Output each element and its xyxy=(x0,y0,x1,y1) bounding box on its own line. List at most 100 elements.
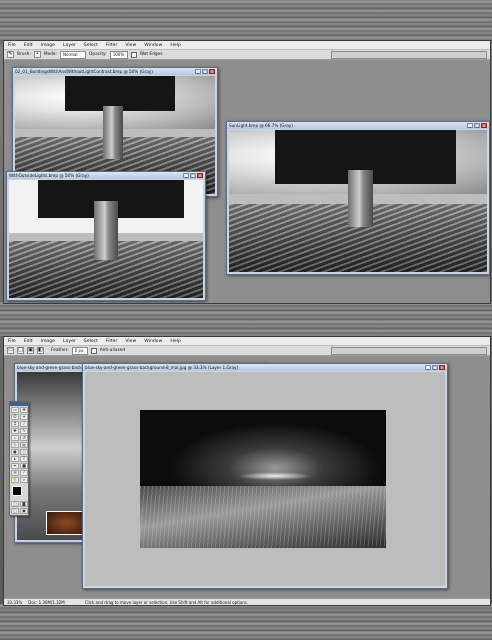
menu-window[interactable]: Window xyxy=(140,339,166,344)
eraser-tool-icon[interactable]: ◇ xyxy=(11,442,19,448)
maximize-icon[interactable]: □ xyxy=(474,123,480,128)
bottom-options-bar: ▭ □ ▣ ◧ Feather: 0 px Anti-aliased xyxy=(4,346,490,356)
thumbnail-image xyxy=(46,511,86,535)
maximize-icon[interactable]: □ xyxy=(202,69,208,74)
metal-background-top xyxy=(0,0,492,40)
close-icon[interactable]: × xyxy=(197,173,203,178)
crop-tool-icon[interactable]: ⌗ xyxy=(11,421,19,427)
marquee-tool-icon[interactable]: ▭ xyxy=(11,407,19,413)
path-select-icon[interactable]: ▸ xyxy=(11,456,19,462)
mode-label: Mode: xyxy=(43,52,58,57)
menu-image[interactable]: Image xyxy=(37,339,59,344)
status-bar: 33.33% Doc: 1.36M/1.32M Click and drag t… xyxy=(4,598,490,605)
hand-tool-icon[interactable]: ✋ xyxy=(11,477,19,483)
wet-edges-checkbox[interactable] xyxy=(130,51,137,58)
menu-help[interactable]: Help xyxy=(166,339,184,344)
add-selection-icon[interactable]: ▣ xyxy=(27,347,34,354)
menu-filter[interactable]: Filter xyxy=(102,339,121,344)
top-menubar: File Edit Image Layer Select Filter View… xyxy=(4,41,490,50)
minimize-icon[interactable]: _ xyxy=(183,173,189,178)
window-title-bar[interactable]: SunLight.bmp @ 66.7% (Gray) _ □ × xyxy=(227,122,489,129)
building-photo xyxy=(9,180,203,298)
color-swatches[interactable] xyxy=(11,485,27,500)
maximize-icon[interactable]: □ xyxy=(190,173,196,178)
minimize-icon[interactable]: _ xyxy=(425,365,431,370)
close-icon[interactable]: × xyxy=(439,365,445,370)
magic-wand-icon[interactable]: ✦ xyxy=(20,414,28,420)
document-canvas[interactable] xyxy=(9,180,203,298)
antialiased-label: Anti-aliased xyxy=(99,348,126,353)
window-title-bar[interactable]: blue-sky-and-green-grass-background-8_ma… xyxy=(83,364,447,371)
menu-layer[interactable]: Layer xyxy=(59,43,80,48)
zoom-readout[interactable]: 33.33% xyxy=(7,600,22,605)
eyedropper-icon[interactable]: ⁄ xyxy=(20,470,28,476)
document-window-outside-lights: WithOutsideLights.bmp @ 50% (Gray) _ □ × xyxy=(6,171,206,301)
slice-tool-icon[interactable]: / xyxy=(20,421,28,427)
document-size: Doc: 1.36M/1.32M xyxy=(28,599,65,605)
history-brush-icon[interactable]: ↺ xyxy=(20,435,28,441)
type-tool-icon[interactable]: T xyxy=(20,456,28,462)
notes-tool-icon[interactable]: ✉ xyxy=(11,470,19,476)
document-canvas[interactable] xyxy=(229,130,487,272)
document-window-sunlight: SunLight.bmp @ 66.7% (Gray) _ □ × xyxy=(226,121,490,275)
bottom-app-screenshot: File Edit Image Layer Select Filter View… xyxy=(3,336,491,606)
clone-stamp-icon[interactable]: ⊥ xyxy=(11,435,19,441)
marquee-icon[interactable]: ▭ xyxy=(7,347,14,354)
pen-tool-icon[interactable]: ✒ xyxy=(11,463,19,469)
healing-brush-icon[interactable]: ✚ xyxy=(11,428,19,434)
brush-preset-icon[interactable]: • xyxy=(33,51,41,58)
menu-file[interactable]: File xyxy=(4,339,20,344)
window-title: WithOutsideLights.bmp @ 50% (Gray) xyxy=(9,173,89,178)
document-canvas[interactable] xyxy=(85,372,445,586)
mode-select[interactable]: Normal xyxy=(60,50,87,59)
window-title: blue-sky-and-green-grass-backgr... xyxy=(17,365,90,370)
antialiased-checkbox[interactable] xyxy=(90,347,97,354)
fullscreen-mode-icon[interactable]: ▣ xyxy=(20,508,28,514)
document-window-main: blue-sky-and-green-grass-background-8_ma… xyxy=(82,363,448,589)
feather-field[interactable]: 0 px xyxy=(71,346,88,355)
status-hint: Click and drag to move layer or selectio… xyxy=(84,599,249,605)
shape-tool-icon[interactable]: ■ xyxy=(20,463,28,469)
blur-tool-icon[interactable]: ● xyxy=(11,449,19,455)
minimize-icon[interactable]: _ xyxy=(467,123,473,128)
quick-mask-icon[interactable]: ◙ xyxy=(20,501,28,507)
menu-edit[interactable]: Edit xyxy=(20,339,37,344)
window-title-bar[interactable]: WithOutsideLights.bmp @ 50% (Gray) _ □ × xyxy=(7,172,205,179)
tools-palette: ▭ ✥ ʘ ✦ ⌗ / ✚ ✎ ⊥ ↺ ◇ ▤ ● ○ ▸ T ✒ ■ ✉ ⁄ … xyxy=(9,401,29,516)
dodge-tool-icon[interactable]: ○ xyxy=(20,449,28,455)
standard-mode-icon[interactable]: □ xyxy=(11,501,19,507)
close-icon[interactable]: × xyxy=(481,123,487,128)
menu-window[interactable]: Window xyxy=(140,43,166,48)
maximize-icon[interactable]: □ xyxy=(432,365,438,370)
menu-select[interactable]: Select xyxy=(80,339,102,344)
feather-label: Feather: xyxy=(51,348,69,353)
menu-help[interactable]: Help xyxy=(166,43,184,48)
close-icon[interactable]: × xyxy=(209,69,215,74)
top-options-bar: ✎ Brush: • Mode: Normal Opacity: 100% We… xyxy=(4,50,490,60)
bottom-menubar: File Edit Image Layer Select Filter View… xyxy=(4,337,490,346)
gradient-tool-icon[interactable]: ▤ xyxy=(20,442,28,448)
menu-select[interactable]: Select xyxy=(80,43,102,48)
lasso-tool-icon[interactable]: ʘ xyxy=(11,414,19,420)
menu-file[interactable]: File xyxy=(4,43,20,48)
brush-label: Brush: xyxy=(17,52,31,57)
opacity-label: Opacity: xyxy=(89,52,107,57)
screen-mode-icon[interactable]: ▢ xyxy=(11,508,19,514)
zoom-tool-icon[interactable]: ⌕ xyxy=(20,477,28,483)
menu-filter[interactable]: Filter xyxy=(102,43,121,48)
new-selection-icon[interactable]: □ xyxy=(17,347,24,354)
subtract-selection-icon[interactable]: ◧ xyxy=(37,347,44,354)
menu-view[interactable]: View xyxy=(121,339,140,344)
menu-layer[interactable]: Layer xyxy=(59,339,80,344)
menu-image[interactable]: Image xyxy=(37,43,59,48)
wet-edges-label: Wet Edges xyxy=(139,52,163,57)
menu-edit[interactable]: Edit xyxy=(20,43,37,48)
foreground-color-swatch[interactable] xyxy=(12,486,22,496)
brush-icon[interactable]: ✎ xyxy=(7,51,14,58)
minimize-icon[interactable]: _ xyxy=(195,69,201,74)
opacity-field[interactable]: 100% xyxy=(109,50,128,59)
window-title-bar[interactable]: 02_01_BuildingsWithAndWithoutLightContra… xyxy=(13,68,217,75)
brush-tool-icon[interactable]: ✎ xyxy=(20,428,28,434)
move-tool-icon[interactable]: ✥ xyxy=(20,407,28,413)
menu-view[interactable]: View xyxy=(121,43,140,48)
